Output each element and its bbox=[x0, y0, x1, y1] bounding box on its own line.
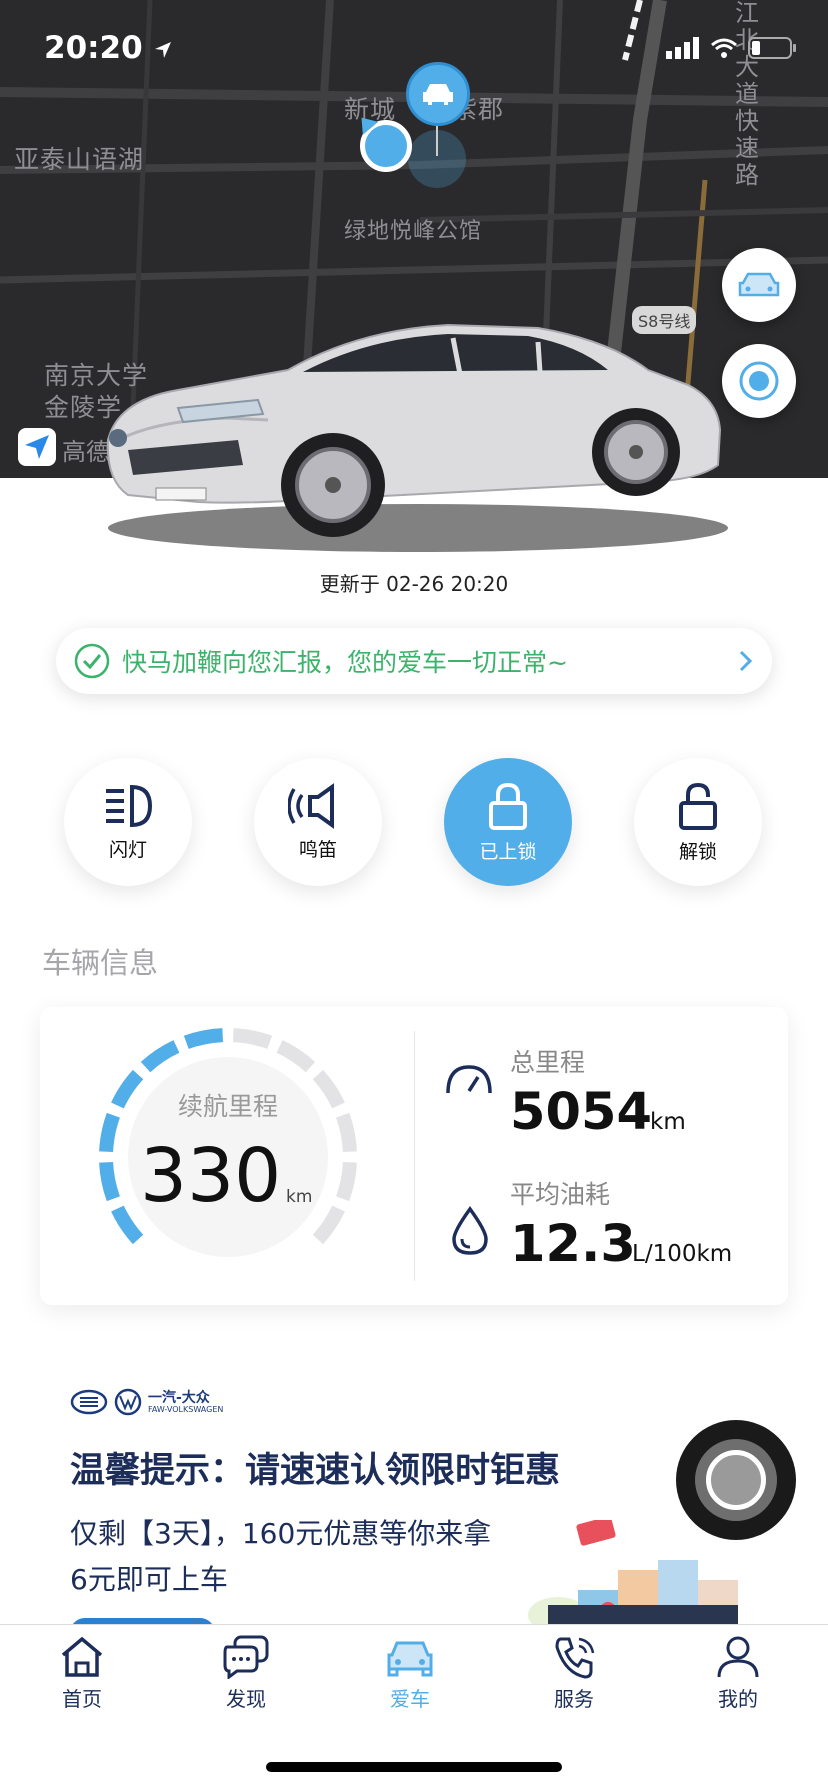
tab-profile[interactable]: 我的 bbox=[678, 1635, 798, 1712]
brand-sub: FAW-VOLKSWAGEN bbox=[148, 1404, 224, 1414]
brand-name: 一汽-大众 bbox=[148, 1389, 210, 1406]
floating-button-core bbox=[706, 1450, 766, 1510]
chevron-right-icon bbox=[739, 650, 753, 672]
brand-logo: 一汽-大众 FAW-VOLKSWAGEN bbox=[70, 1388, 223, 1416]
map-label-yatai: 亚泰山语湖 bbox=[14, 145, 145, 174]
range-unit: km bbox=[286, 1187, 313, 1207]
gauge-segment bbox=[111, 1205, 144, 1245]
speedometer-icon bbox=[446, 1065, 492, 1094]
tab-label: 发现 bbox=[226, 1687, 266, 1711]
home-icon bbox=[61, 1636, 103, 1677]
car-image bbox=[106, 323, 728, 552]
gauge-segment bbox=[276, 1040, 316, 1073]
gauge-segment bbox=[140, 1040, 180, 1073]
control-label: 解锁 bbox=[678, 840, 717, 863]
map-label-expressway: 江北大道快速路 bbox=[735, 0, 760, 189]
status-message: 快马加鞭向您汇报，您的爱车一切正常~ bbox=[122, 648, 568, 677]
control-label: 鸣笛 bbox=[298, 838, 337, 861]
tab-label: 首页 bbox=[62, 1687, 102, 1711]
vehicle-info-card[interactable]: 续航里程 330 km 总里程 5054 km 平均油耗 12.3 L/100k… bbox=[40, 1007, 788, 1305]
car-icon bbox=[387, 1641, 433, 1677]
battery-icon bbox=[748, 37, 796, 59]
status-indicators bbox=[666, 36, 798, 60]
gauge-segment bbox=[111, 1069, 144, 1109]
car-pin-icon bbox=[423, 84, 453, 105]
tab-service[interactable]: 服务 bbox=[514, 1635, 634, 1712]
page: 新城 紫郡 亚泰山语湖 绿地悦峰公馆 南京大学 金陵学 江北大道快速路 S8号线… bbox=[0, 0, 828, 1792]
lock-icon bbox=[489, 782, 527, 830]
car-location-pin[interactable] bbox=[406, 62, 470, 126]
amap-logo bbox=[18, 428, 56, 466]
map-label-lvdi: 绿地悦峰公馆 bbox=[344, 219, 483, 244]
unlock-button[interactable]: 解锁 bbox=[634, 758, 762, 886]
remote-controls: 闪灯 鸣笛 已上锁 解锁 bbox=[0, 758, 828, 888]
gauge-segment bbox=[183, 1028, 224, 1049]
floating-button-ring bbox=[695, 1439, 777, 1521]
range-label: 续航里程 bbox=[177, 1092, 278, 1121]
info-divider bbox=[414, 1031, 415, 1281]
check-circle-icon bbox=[74, 643, 110, 679]
status-time: 20:20 bbox=[44, 30, 173, 66]
control-label: 已上锁 bbox=[479, 840, 537, 863]
mileage-value: 5054 bbox=[510, 1083, 652, 1142]
phone-icon bbox=[555, 1637, 595, 1679]
status-time-text: 20:20 bbox=[44, 30, 143, 66]
gauge-segment bbox=[312, 1205, 345, 1245]
flash-lights-button[interactable]: 闪灯 bbox=[64, 758, 192, 886]
user-icon bbox=[717, 1636, 759, 1678]
range-value: 330 bbox=[140, 1133, 282, 1219]
lock-button[interactable]: 已上锁 bbox=[444, 758, 572, 886]
location-arrow-icon bbox=[155, 41, 172, 58]
brand-text-block: 一汽-大众 FAW-VOLKSWAGEN bbox=[148, 1391, 223, 1414]
tab-label: 我的 bbox=[718, 1687, 758, 1711]
last-updated: 更新于 02-26 20:20 bbox=[319, 572, 509, 596]
promo-line1: 仅剩【3天】，160元优惠等你来拿 bbox=[70, 1517, 492, 1550]
vehicle-status-card[interactable]: 快马加鞭向您汇报，您的爱车一切正常~ bbox=[56, 628, 772, 694]
gauge-segment bbox=[336, 1161, 357, 1202]
tab-label: 爱车 bbox=[390, 1687, 430, 1711]
mileage-unit: km bbox=[650, 1109, 686, 1135]
fuel-label: 平均油耗 bbox=[510, 1180, 611, 1209]
tab-discover[interactable]: 发现 bbox=[186, 1635, 306, 1712]
gauge-segment bbox=[312, 1069, 345, 1109]
home-indicator bbox=[266, 1762, 562, 1772]
signal-icon bbox=[666, 37, 699, 59]
gauge-segment bbox=[232, 1028, 273, 1049]
gauge-segment bbox=[99, 1161, 120, 1202]
fuel-value: 12.3 bbox=[510, 1215, 636, 1274]
chat-icon bbox=[223, 1635, 269, 1679]
control-label: 闪灯 bbox=[108, 838, 147, 861]
gauge-segment bbox=[99, 1112, 120, 1153]
tab-label: 服务 bbox=[554, 1687, 594, 1711]
horn-icon bbox=[288, 782, 334, 829]
tab-my-car[interactable]: 爱车 bbox=[350, 1635, 470, 1712]
wifi-icon bbox=[711, 38, 737, 58]
fuel-unit: L/100km bbox=[632, 1241, 733, 1267]
vw-logo-icon bbox=[114, 1388, 142, 1416]
section-title: 车辆信息 bbox=[42, 946, 159, 980]
headlight-icon bbox=[106, 784, 153, 827]
faw-logo-icon bbox=[70, 1389, 108, 1415]
promo-title: 温馨提示：请速速认领限时钜惠 bbox=[70, 1451, 561, 1491]
floating-assistive-button[interactable] bbox=[676, 1420, 796, 1540]
fuel-drop-icon bbox=[452, 1206, 488, 1255]
gauge-segment bbox=[336, 1112, 357, 1153]
status-bubble-tail bbox=[96, 612, 128, 628]
unlock-icon bbox=[679, 782, 717, 830]
tab-home[interactable]: 首页 bbox=[22, 1635, 142, 1712]
honk-button[interactable]: 鸣笛 bbox=[254, 758, 382, 886]
amap-arrow-icon bbox=[25, 435, 49, 459]
mileage-label: 总里程 bbox=[510, 1048, 586, 1077]
promo-line2: 6元即可上车 bbox=[70, 1563, 228, 1596]
